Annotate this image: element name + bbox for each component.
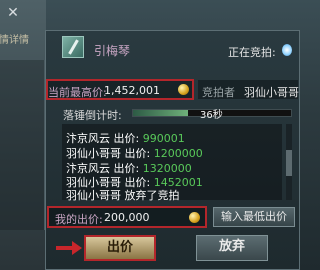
countdown-bar-fill: [133, 110, 189, 116]
close-icon[interactable]: ✕: [6, 6, 20, 20]
log-item: 汴京风云 出价: 990001: [66, 130, 185, 146]
current-bid-value: 1,452,001: [104, 84, 160, 97]
countdown-label: 落锤倒计时:: [63, 109, 122, 122]
log-item: 羽仙小哥哥 出价: 1200000: [66, 145, 203, 161]
bidder-value: 羽仙小哥哥: [244, 86, 299, 99]
min-price-button[interactable]: 输入最低出价: [213, 207, 295, 227]
log-bidder: 汴京风云 出价:: [66, 132, 140, 145]
side-tab-label: 情详情: [0, 35, 29, 46]
cancel-button[interactable]: 放弃: [196, 235, 268, 261]
bid-button[interactable]: 出价: [84, 235, 156, 261]
current-bid-label: 当前最高价:: [48, 86, 107, 99]
log-amount: 990001: [142, 132, 185, 145]
log-bidder: 羽仙小哥哥 出价:: [66, 147, 151, 160]
countdown-value: 36秒: [200, 110, 223, 121]
my-bid-label: 我的出价:: [55, 213, 103, 226]
coin-icon: [178, 84, 189, 95]
log-item: 羽仙小哥哥 放弃了竞拍: [66, 187, 180, 203]
side-panel-block: [0, 60, 45, 230]
item-name: 引梅琴: [94, 44, 131, 58]
coin-icon: [189, 212, 200, 223]
my-bid-input[interactable]: [104, 210, 176, 224]
side-tab[interactable]: 情详情: [0, 32, 44, 50]
log-amount: 1200000: [153, 147, 203, 160]
item-icon[interactable]: [62, 36, 84, 58]
bidding-status-label: 正在竞拍:: [228, 46, 276, 59]
orb-icon: [282, 44, 292, 56]
bidder-label: 竞拍者: [202, 86, 235, 99]
arrow-icon: [56, 241, 82, 255]
log-scrollbar-thumb[interactable]: [286, 150, 292, 176]
log-bidder: 羽仙小哥哥 放弃了竞拍: [66, 189, 180, 202]
